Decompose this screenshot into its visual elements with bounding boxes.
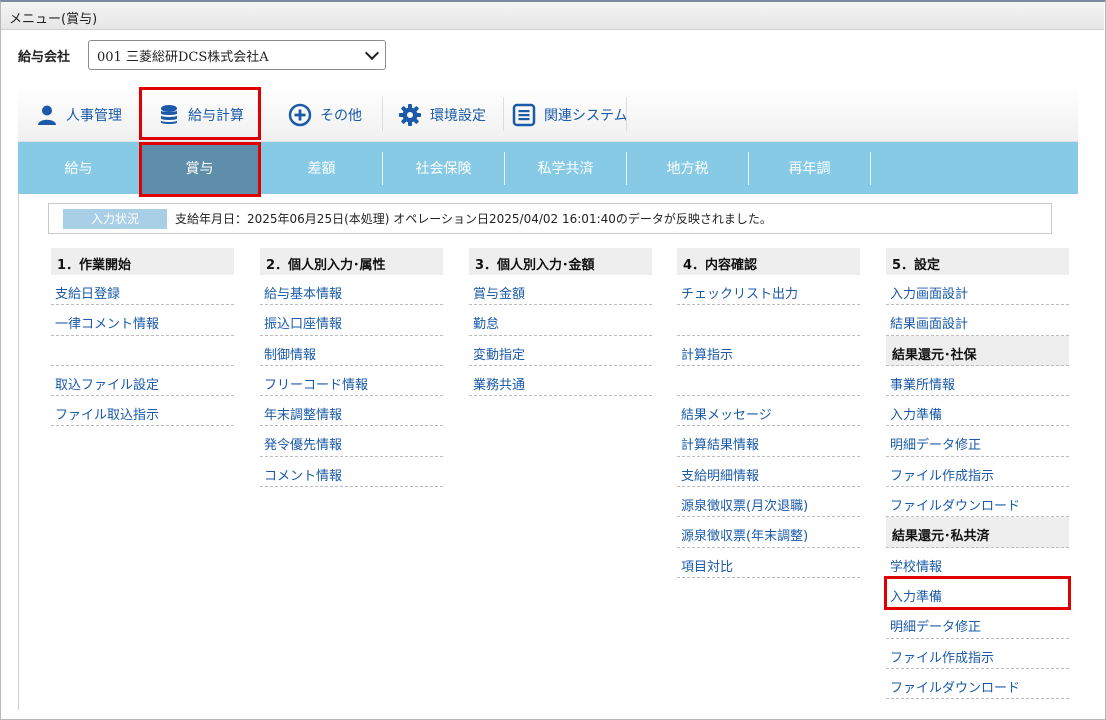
menu-link[interactable]: 振込口座情報 (260, 305, 443, 336)
menu-link[interactable]: 発令優先情報 (260, 426, 443, 457)
company-select[interactable]: 001 三菱総研DCS株式会社A (88, 40, 387, 70)
menu-link[interactable]: 事業所情報 (886, 366, 1069, 397)
group-heading-private-school-mutual: 結果還元･私共済 (886, 517, 1069, 548)
menu-link[interactable]: 明細データ修正 (886, 426, 1069, 457)
column-heading: 3．個人別入力･金額 (469, 248, 652, 275)
menu-link[interactable]: 給与基本情報 (260, 275, 443, 306)
menu-link[interactable]: ファイルダウンロード (886, 487, 1069, 518)
menu-link[interactable]: 計算結果情報 (677, 426, 860, 457)
content-left-border (18, 194, 19, 710)
menu-link[interactable]: 入力準備 (886, 396, 1069, 427)
menu-empty-slot (677, 305, 860, 336)
category-separator (626, 97, 627, 131)
category-separator (503, 97, 504, 131)
input-status-bar: 入力状況 支給年月日：2025年06月25日(本処理) オペレーション日2025… (48, 203, 1052, 234)
menu-link[interactable]: 項目対比 (677, 548, 860, 578)
tab-active-highlight (139, 142, 261, 197)
list-icon (512, 103, 536, 126)
chevron-down-icon (364, 45, 380, 60)
menu-link[interactable]: 支給明細情報 (677, 457, 860, 488)
category-label: その他 (320, 107, 362, 124)
category-separator (382, 97, 383, 131)
menu-link[interactable]: 制御情報 (260, 336, 443, 366)
menu-link[interactable]: 賞与金額 (469, 275, 652, 306)
menu-link[interactable]: 結果画面設計 (886, 305, 1069, 336)
menu-column-personal-amounts: 3．個人別入力･金額 賞与金額 勤怠 変動指定 業務共通 (469, 248, 652, 397)
menu-column-start: 1．作業開始 支給日登録 一律コメント情報 取込ファイル設定 ファイル取込指示 (51, 248, 234, 427)
menu-link[interactable]: 業務共通 (469, 366, 652, 397)
company-label: 給与会社 (18, 49, 71, 65)
menu-link[interactable]: ファイルダウンロード (886, 669, 1069, 700)
menu-link[interactable]: 年末調整情報 (260, 396, 443, 427)
menu-column-review: 4．内容確認 チェックリスト出力 計算指示 結果メッセージ 計算結果情報 支給明… (677, 248, 860, 578)
column-heading: 2．個人別入力･属性 (260, 248, 443, 275)
tab-difference[interactable]: 差額 (261, 142, 382, 194)
menu-link[interactable]: ファイル作成指示 (886, 639, 1069, 669)
menu-link[interactable]: コメント情報 (260, 457, 443, 488)
category-related-systems[interactable]: 関連システム (512, 87, 628, 142)
tab-separator (870, 152, 871, 185)
company-selected-value: 001 三菱総研DCS株式会社A (97, 49, 269, 65)
menu-link[interactable]: 取込ファイル設定 (51, 366, 234, 397)
menu-link[interactable]: 一律コメント情報 (51, 305, 234, 336)
tab-year-end-readjust[interactable]: 再年調 (749, 142, 870, 194)
menu-link[interactable]: 入力画面設計 (886, 275, 1069, 306)
gear-icon (399, 103, 421, 126)
tab-social-insurance[interactable]: 社会保険 (383, 142, 504, 194)
menu-link[interactable]: 源泉徴収票(月次退職) (677, 487, 860, 518)
category-settings[interactable]: 環境設定 (398, 87, 486, 142)
category-label: 環境設定 (430, 107, 486, 124)
tab-private-school-mutual[interactable]: 私学共済 (505, 142, 626, 194)
column-heading: 4．内容確認 (677, 248, 860, 275)
menu-empty-slot (677, 366, 860, 397)
category-active-highlight (139, 87, 261, 140)
person-icon (38, 105, 56, 125)
menu-column-personal-attributes: 2．個人別入力･属性 給与基本情報 振込口座情報 制御情報 フリーコード情報 年… (260, 248, 443, 488)
category-label: 関連システム (544, 107, 628, 124)
menu-item-highlight (884, 576, 1071, 610)
status-text: 支給年月日：2025年06月25日(本処理) オペレーション日2025/04/0… (175, 212, 772, 226)
menu-link[interactable]: フリーコード情報 (260, 366, 443, 397)
menu-link[interactable]: ファイル取込指示 (51, 396, 234, 427)
status-badge: 入力状況 (63, 208, 167, 229)
category-hr[interactable]: 人事管理 (36, 87, 122, 142)
category-other[interactable]: その他 (288, 87, 362, 142)
tab-local-tax[interactable]: 地方税 (627, 142, 748, 194)
menu-link[interactable]: 明細データ修正 (886, 608, 1069, 639)
menu-link[interactable]: 勤怠 (469, 305, 652, 336)
menu-link[interactable]: 計算指示 (677, 336, 860, 366)
menu-link[interactable]: チェックリスト出力 (677, 275, 860, 306)
menu-link[interactable]: 学校情報 (886, 548, 1069, 578)
menu-link[interactable]: 支給日登録 (51, 275, 234, 306)
menu-link[interactable]: 源泉徴収票(年末調整) (677, 517, 860, 548)
menu-empty-slot (51, 336, 234, 366)
menu-link[interactable]: 結果メッセージ (677, 396, 860, 427)
group-heading-social-insurance: 結果還元･社保 (886, 335, 1069, 366)
tab-salary[interactable]: 給与 (18, 142, 139, 194)
column-heading: 5．設定 (886, 248, 1069, 275)
category-label: 人事管理 (66, 107, 122, 124)
window-title: メニュー(賞与) (1, 2, 1104, 30)
menu-link[interactable]: 変動指定 (469, 336, 652, 366)
company-row: 給与会社 001 三菱総研DCS株式会社A (18, 40, 387, 70)
column-heading: 1．作業開始 (51, 248, 234, 275)
plus-circle-icon (288, 103, 312, 126)
menu-link[interactable]: ファイル作成指示 (886, 457, 1069, 488)
menu-column-settings: 5．設定 入力画面設計 結果画面設計 結果還元･社保 事業所情報 入力準備 明細… (886, 248, 1069, 700)
